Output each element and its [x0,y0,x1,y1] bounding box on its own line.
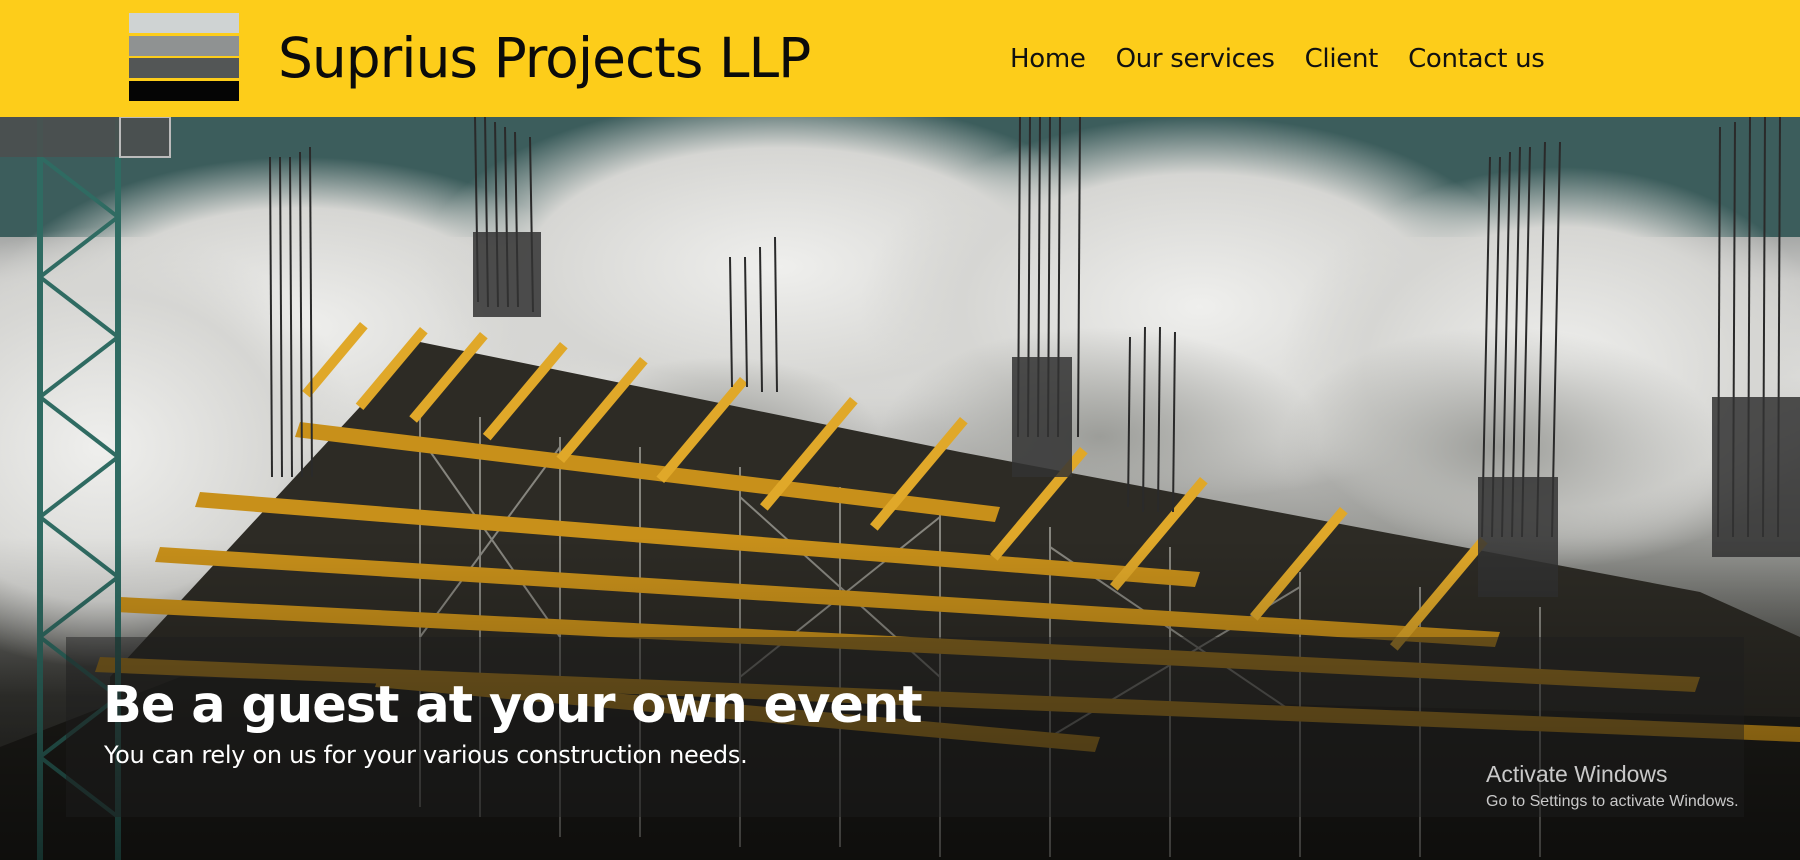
nav-client-link[interactable]: Client [1305,38,1379,80]
site-header: Suprius Projects LLP Home Our services C… [0,0,1800,117]
nav-services-link[interactable]: Our services [1116,38,1275,80]
hero-title: Be a guest at your own event [103,676,923,735]
logo-bar [129,58,239,78]
logo-bar [129,36,239,56]
main-nav: Home Our services Client Contact us [1010,38,1575,80]
activate-windows-title: Activate Windows [1486,761,1668,787]
logo-bar [129,13,239,33]
site-title[interactable]: Suprius Projects LLP [278,22,811,94]
nav-home-link[interactable]: Home [1010,38,1086,80]
nav-contact-link[interactable]: Contact us [1408,38,1545,80]
logo-icon[interactable] [129,13,239,101]
activate-windows-subtitle: Go to Settings to activate Windows. [1486,793,1739,810]
hero-subtitle: You can rely on us for your various cons… [104,741,748,769]
logo-bar [129,81,239,101]
